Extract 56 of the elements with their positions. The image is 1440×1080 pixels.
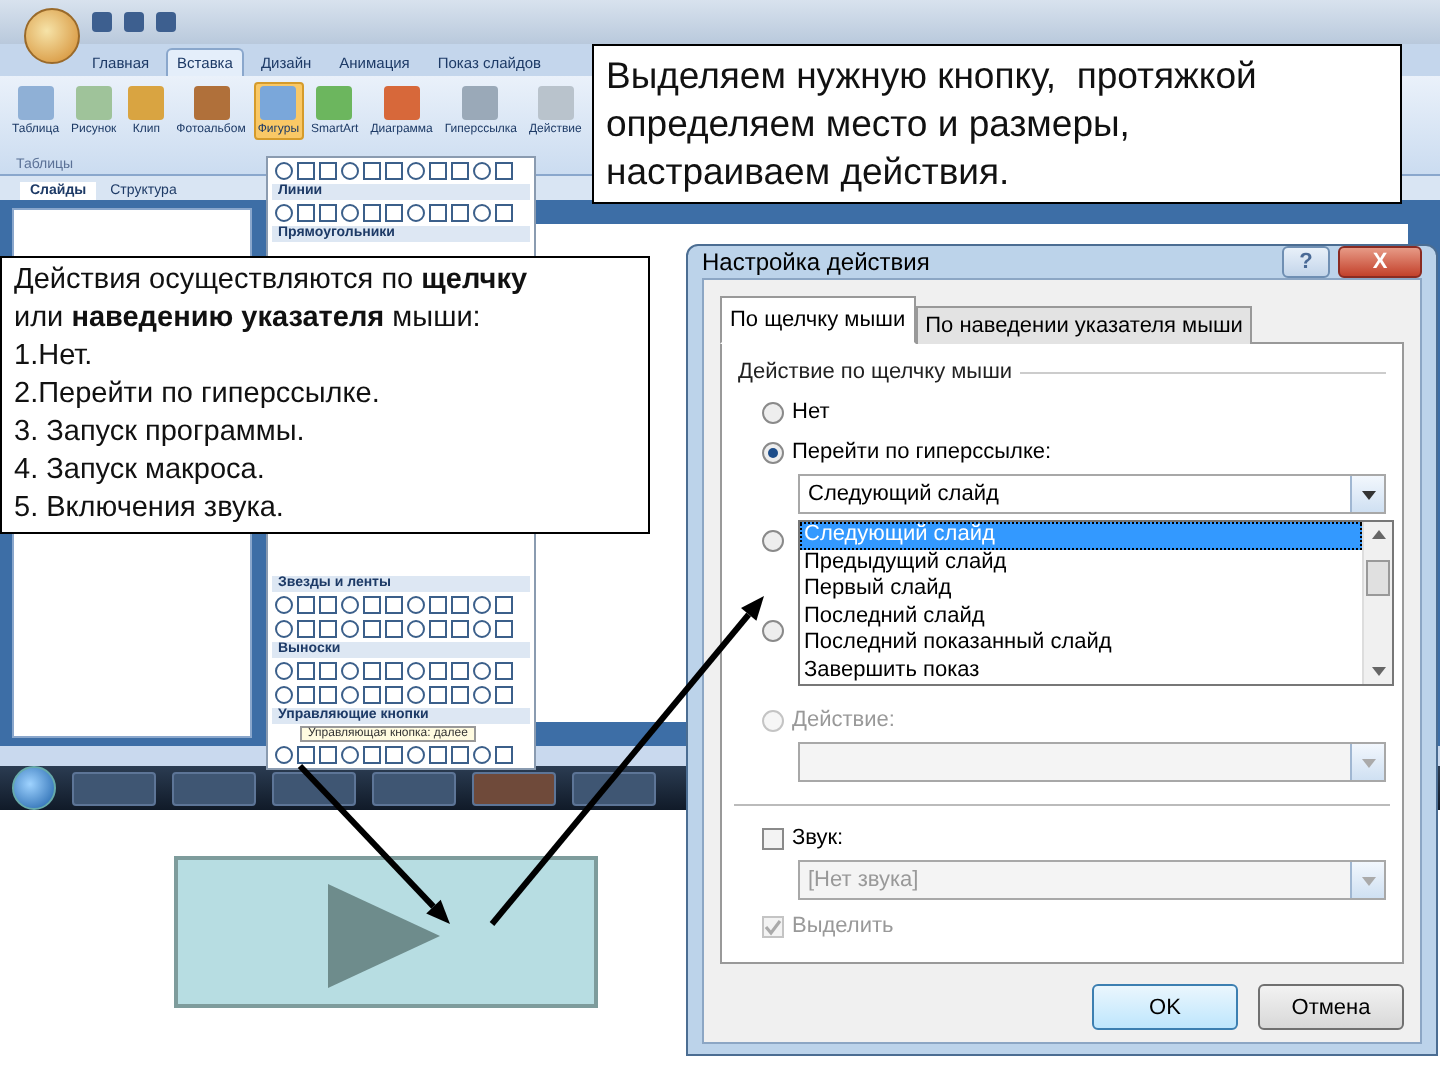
taskbar-button[interactable] xyxy=(272,771,356,805)
taskbar-button[interactable] xyxy=(72,771,156,805)
callout-text: 4. Запуск макроса. xyxy=(14,452,267,490)
shape-icons-drawing[interactable] xyxy=(272,160,516,182)
list-item[interactable]: Первый слайд xyxy=(800,576,1362,603)
scroll-down-icon[interactable] xyxy=(1369,662,1387,680)
start-button[interactable] xyxy=(12,766,56,810)
dialog-button[interactable]: OK xyxy=(1092,984,1238,1030)
taskbar-button[interactable] xyxy=(472,771,556,805)
radio-label: Действие: xyxy=(792,708,895,732)
help-button[interactable]: ? xyxy=(1282,246,1330,278)
scroll-up-icon[interactable] xyxy=(1369,526,1387,544)
dropdown[interactable]: Следующий слайд xyxy=(798,474,1386,514)
radio-label: Нет xyxy=(792,400,830,424)
radio-button[interactable] xyxy=(762,441,784,463)
radio-button[interactable] xyxy=(762,619,784,641)
list-item[interactable]: Завершить показ xyxy=(800,657,1362,684)
shape-icons-drawing[interactable] xyxy=(272,684,516,706)
callout-text: настраиваем действия. xyxy=(606,148,1012,196)
checkbox-label: Звук: xyxy=(792,826,844,850)
shape-icons-drawing[interactable] xyxy=(272,618,516,640)
callout-text: или наведению указателя мыши: xyxy=(14,300,483,338)
dialog-title: Настройка действия xyxy=(702,248,932,276)
checkbox-label: Выделить xyxy=(792,914,894,938)
dialog-button[interactable]: Отмена xyxy=(1258,984,1404,1030)
shape-icons-drawing[interactable] xyxy=(272,202,516,224)
callout-text: 1.Нет. xyxy=(14,338,95,376)
action-button-drawing[interactable] xyxy=(174,856,598,1008)
dialog-tab[interactable]: По наведении указателя мыши xyxy=(915,306,1253,344)
callout-text: 5. Включения звука. xyxy=(14,490,286,528)
shape-icons-drawing[interactable] xyxy=(272,744,516,766)
radio-button[interactable] xyxy=(762,529,784,551)
checkbox[interactable] xyxy=(762,827,784,849)
list-item[interactable]: Последний показанный слайд xyxy=(800,630,1362,657)
taskbar-button[interactable] xyxy=(372,771,456,805)
scrollbar-thumb[interactable] xyxy=(1366,560,1390,596)
callout-text: 2.Перейти по гиперссылке. xyxy=(14,376,382,414)
dropdown-arrow-icon[interactable] xyxy=(1359,485,1377,503)
taskbar-button[interactable] xyxy=(572,771,656,805)
callout-text: определяем место и размеры, xyxy=(606,100,1132,148)
callout-text: Выделяем нужную кнопку, протяжкой xyxy=(606,52,1259,100)
scrollbar[interactable] xyxy=(1362,522,1392,684)
shape-icons-drawing[interactable] xyxy=(272,594,516,616)
radio-button[interactable] xyxy=(762,401,784,423)
dropdown[interactable] xyxy=(798,742,1386,782)
shape-icons-drawing[interactable] xyxy=(272,660,516,682)
callout-text: 3. Запуск программы. xyxy=(14,414,307,452)
dialog-tab[interactable]: По щелчку мыши xyxy=(720,296,916,344)
office-button[interactable] xyxy=(24,8,80,64)
check-icon xyxy=(764,917,782,935)
radio-label: Перейти по гиперссылке: xyxy=(792,440,1052,464)
callout-text: Действия осуществляются по щелчку xyxy=(14,262,530,300)
group-label: Действие по щелчку мыши xyxy=(738,360,1013,384)
list-item[interactable]: Предыдущий слайд xyxy=(800,549,1362,576)
taskbar-button[interactable] xyxy=(172,771,256,805)
list-item[interactable]: Последний слайд xyxy=(800,603,1362,630)
